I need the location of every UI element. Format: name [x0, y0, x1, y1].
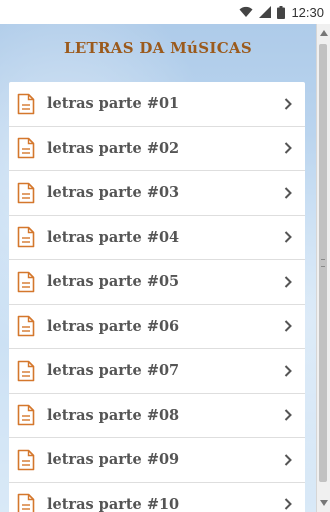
document-icon	[17, 271, 35, 293]
page-title: LETRAS DA MúSICAS	[63, 39, 253, 57]
list-item[interactable]: letras parte #08	[9, 394, 305, 438]
chevron-right-icon	[284, 365, 292, 377]
list-item[interactable]: letras parte #06	[9, 305, 305, 349]
document-icon	[17, 93, 35, 115]
app-screen: 12:30 LETRAS DA MúSICAS letras parte #01	[0, 0, 330, 512]
list-item[interactable]: letras parte #07	[9, 349, 305, 394]
scroll-down-button[interactable]	[317, 496, 330, 510]
list-item-label: letras parte #07	[47, 362, 180, 380]
wifi-icon	[239, 6, 253, 17]
document-icon	[17, 493, 35, 512]
list-item[interactable]: letras parte #10	[9, 483, 305, 512]
list-item[interactable]: letras parte #02	[9, 127, 305, 171]
document-icon	[17, 404, 35, 426]
battery-icon	[277, 5, 286, 19]
content-area: LETRAS DA MúSICAS letras parte #01 letra…	[0, 24, 316, 512]
document-icon	[17, 449, 35, 471]
list-item[interactable]: letras parte #03	[9, 171, 305, 216]
list-item-label: letras parte #02	[47, 139, 180, 157]
chevron-right-icon	[284, 187, 292, 199]
scroll-grip	[321, 259, 325, 267]
list-item[interactable]: letras parte #01	[9, 82, 305, 127]
document-icon	[17, 360, 35, 382]
signal-icon	[259, 6, 272, 18]
document-icon	[17, 226, 35, 248]
status-time: 12:30	[291, 4, 324, 20]
status-bar: 12:30	[0, 0, 330, 24]
document-icon	[17, 182, 35, 204]
scroll-thumb[interactable]	[319, 44, 327, 482]
list-item[interactable]: letras parte #04	[9, 216, 305, 260]
chevron-right-icon	[284, 98, 292, 110]
chevron-right-icon	[284, 231, 292, 243]
list-item[interactable]: letras parte #09	[9, 438, 305, 483]
list-item-label: letras parte #06	[47, 317, 180, 335]
lyrics-list: letras parte #01 letras parte #02 letras…	[9, 82, 305, 512]
chevron-right-icon	[284, 276, 292, 288]
chevron-right-icon	[284, 409, 292, 421]
chevron-right-icon	[284, 454, 292, 466]
list-item[interactable]: letras parte #05	[9, 260, 305, 305]
scrollbar[interactable]	[316, 24, 330, 512]
document-icon	[17, 137, 35, 159]
list-item-label: letras parte #10	[47, 495, 180, 512]
arrow-down-icon	[319, 500, 328, 506]
scroll-up-button[interactable]	[317, 26, 330, 40]
list-item-label: letras parte #09	[47, 451, 180, 469]
list-item-label: letras parte #01	[47, 95, 180, 113]
list-item-label: letras parte #04	[47, 228, 180, 246]
list-item-label: letras parte #05	[47, 273, 180, 291]
chevron-right-icon	[284, 498, 292, 510]
list-item-label: letras parte #03	[47, 184, 180, 202]
document-icon	[17, 315, 35, 337]
arrow-up-icon	[319, 30, 328, 36]
list-item-label: letras parte #08	[47, 406, 180, 424]
chevron-right-icon	[284, 320, 292, 332]
chevron-right-icon	[284, 142, 292, 154]
